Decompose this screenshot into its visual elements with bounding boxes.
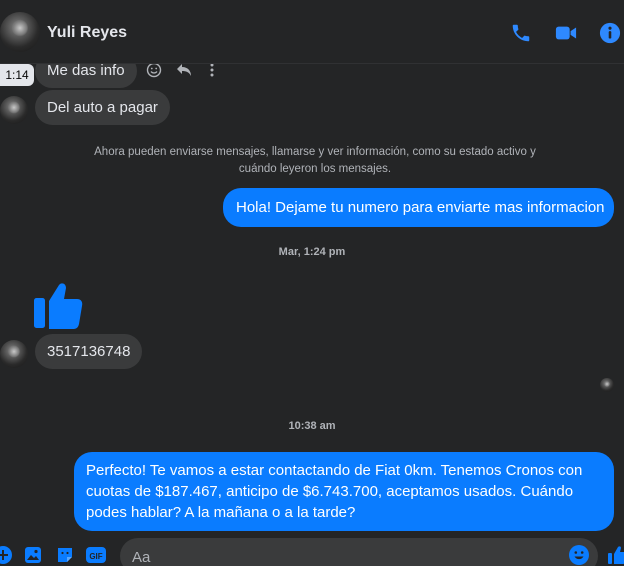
more-options-icon[interactable] bbox=[202, 64, 222, 80]
emoji-icon[interactable] bbox=[568, 544, 590, 566]
timestamp: 10:38 am bbox=[288, 420, 336, 432]
sent-message[interactable]: Perfecto! Te vamos a estar contactando d… bbox=[74, 452, 614, 531]
received-message[interactable]: Del auto a pagar bbox=[35, 90, 170, 125]
sticker-icon[interactable] bbox=[54, 544, 76, 566]
plus-circle-icon[interactable] bbox=[0, 544, 14, 566]
send-like-icon[interactable] bbox=[606, 544, 624, 566]
message-input-wrapper bbox=[120, 538, 598, 566]
react-icon[interactable] bbox=[144, 64, 164, 80]
video-camera-icon[interactable] bbox=[553, 20, 579, 46]
message-actions bbox=[140, 64, 230, 78]
contact-name[interactable]: Yuli Reyes bbox=[47, 24, 127, 42]
phone-icon[interactable] bbox=[508, 20, 534, 46]
timestamp: Mar, 1:24 pm bbox=[278, 246, 346, 258]
sent-message[interactable]: Hola! Dejame tu numero para enviarte mas… bbox=[223, 188, 614, 227]
reply-icon[interactable] bbox=[174, 64, 194, 80]
photo-icon[interactable] bbox=[22, 544, 44, 566]
thumbs-up-icon[interactable] bbox=[33, 276, 89, 332]
received-message[interactable]: Me das info bbox=[35, 64, 137, 88]
message-thread[interactable]: 1:14 Me das info Del auto a pagar Ahora … bbox=[0, 64, 624, 536]
chat-header: Yuli Reyes bbox=[0, 0, 624, 64]
message-time-tooltip: 1:14 bbox=[0, 64, 34, 86]
system-notice: Ahora pueden enviarse mensajes, llamarse… bbox=[94, 146, 536, 175]
contact-avatar-small bbox=[0, 340, 28, 368]
svg-text:GIF: GIF bbox=[89, 552, 102, 561]
seen-avatar bbox=[600, 378, 614, 392]
info-icon[interactable] bbox=[597, 20, 623, 46]
contact-avatar[interactable] bbox=[0, 12, 40, 52]
contact-avatar-small bbox=[0, 96, 28, 124]
gif-icon[interactable]: GIF bbox=[85, 544, 107, 566]
message-composer: GIF bbox=[0, 536, 624, 566]
message-input[interactable] bbox=[132, 546, 552, 566]
received-message[interactable]: 3517136748 bbox=[35, 334, 143, 369]
